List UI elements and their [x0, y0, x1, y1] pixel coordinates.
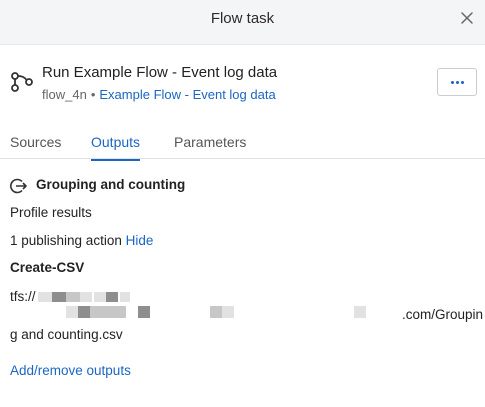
redacted-block	[66, 292, 80, 302]
redacted-block	[66, 306, 78, 318]
redacted-block	[222, 306, 234, 318]
redacted-block	[354, 306, 366, 318]
path-line-2: g and counting.csv	[10, 327, 123, 342]
more-icon	[450, 80, 454, 84]
tab-outputs[interactable]: Outputs	[91, 134, 141, 161]
add-remove-outputs-link[interactable]: Add/remove outputs	[10, 363, 131, 378]
redacted-block	[120, 292, 130, 302]
publishing-actions-row: 1 publishing action Hide	[10, 233, 153, 248]
path-prefix: tfs://	[10, 289, 36, 304]
redacted-block	[38, 292, 52, 302]
flow-icon	[10, 70, 34, 94]
more-icon-dot	[455, 80, 459, 84]
flow-link[interactable]: Example Flow - Event log data	[99, 87, 275, 102]
redacted-block	[78, 306, 90, 318]
profile-results-label: Profile results	[10, 205, 92, 220]
tab-parameters[interactable]: Parameters	[174, 134, 246, 159]
redacted-block	[106, 292, 118, 302]
separator-dot: •	[90, 87, 96, 102]
close-icon[interactable]	[459, 10, 475, 26]
flow-subtitle: flow_4n • Example Flow - Event log data	[42, 87, 276, 102]
path-suffix: .com/Groupin	[402, 307, 484, 322]
action-name: Create-CSV	[10, 260, 85, 275]
panel-header: Flow task	[0, 0, 485, 45]
hide-link[interactable]: Hide	[126, 233, 154, 248]
redacted-block	[94, 292, 106, 302]
tab-bar: Sources Outputs Parameters	[0, 126, 485, 161]
flow-id: flow_4n	[42, 87, 87, 102]
more-options-button[interactable]	[437, 68, 477, 96]
tab-sources[interactable]: Sources	[10, 134, 61, 159]
redacted-block	[138, 306, 150, 318]
output-arrow-icon	[10, 177, 28, 195]
redacted-block	[210, 306, 222, 318]
publishing-actions-label: 1 publishing action	[10, 233, 122, 248]
flow-name: Run Example Flow - Event log data	[42, 64, 278, 81]
redacted-block	[80, 292, 92, 302]
redacted-block	[52, 292, 66, 302]
flow-task-panel: Flow task Run Example Flow - Event log d…	[0, 0, 485, 407]
more-icon-dot	[460, 80, 464, 84]
output-title: Grouping and counting	[36, 177, 186, 192]
redacted-block	[90, 306, 126, 318]
panel-title: Flow task	[210, 10, 275, 27]
